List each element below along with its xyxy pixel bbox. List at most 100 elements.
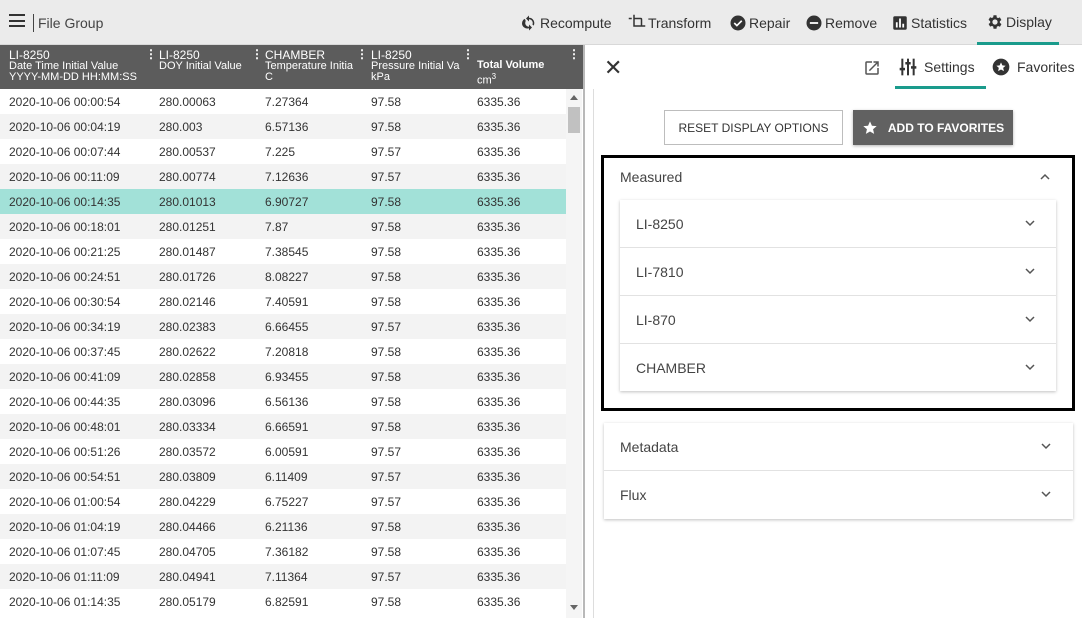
table-row[interactable]: 2020-10-06 01:07:45 280.04705 7.36182 97.58…: [0, 539, 566, 564]
table-cell: 97.58: [371, 95, 402, 109]
column-header-datetime[interactable]: LI-8250 Date Time Initial Value YYYY-MM-…: [9, 49, 144, 89]
table-cell: 6335.36: [477, 420, 521, 434]
reset-display-options-button[interactable]: RESET DISPLAY OPTIONS: [664, 110, 843, 145]
table-cell: 6.21136: [265, 520, 308, 534]
flux-section-header[interactable]: Flux: [604, 471, 1073, 519]
table-cell: 2020-10-06 00:00:54: [9, 95, 121, 109]
measured-section-header[interactable]: Measured: [620, 169, 682, 185]
table-cell: 6.75227: [265, 495, 309, 509]
transform-button[interactable]: Transform: [628, 12, 711, 34]
open-in-new-icon[interactable]: [863, 59, 881, 77]
column-header-doy[interactable]: LI-8250 DOY Initial Value: [159, 49, 251, 89]
tab-settings[interactable]: Settings: [898, 57, 975, 77]
table-row[interactable]: 2020-10-06 00:34:19 280.02383 6.66455 97.57…: [0, 314, 566, 339]
table-cell: 2020-10-06 01:00:54: [9, 495, 121, 509]
column-menu-icon[interactable]: ⋮: [568, 47, 580, 61]
table-row[interactable]: 2020-10-06 00:48:01 280.03334 6.66591 97.58…: [0, 414, 566, 439]
tab-favorites[interactable]: Favorites: [991, 57, 1075, 77]
table-row[interactable]: 2020-10-06 00:07:44 280.00537 7.225 97.57 63…: [0, 139, 566, 164]
display-button[interactable]: Display: [986, 11, 1052, 33]
table-row[interactable]: 2020-10-06 00:11:09 280.00774 7.12636 97.57…: [0, 164, 566, 189]
measured-item-label: LI-8250: [636, 216, 684, 232]
table-row[interactable]: 2020-10-06 00:41:09 280.02858 6.93455 97.58…: [0, 364, 566, 389]
chevron-down-icon: [1025, 364, 1035, 371]
table-row[interactable]: 2020-10-06 00:21:25 280.01487 7.38545 97.58…: [0, 239, 566, 264]
table-cell: 6335.36: [477, 220, 521, 234]
table-cell: 6.11409: [265, 470, 308, 484]
table-row[interactable]: 2020-10-06 01:11:09 280.04941 7.11364 97.57…: [0, 564, 566, 589]
metadata-section-header[interactable]: Metadata: [604, 423, 1073, 471]
unit-text: cm: [477, 74, 492, 87]
column-header-line2: DOY Initial Value: [159, 60, 242, 72]
table-cell: 6.90727: [265, 195, 309, 209]
table-row[interactable]: 2020-10-06 00:24:51 280.01726 8.08227 97.58…: [0, 264, 566, 289]
repair-button[interactable]: Repair: [729, 12, 790, 34]
table-cell: 7.27364: [265, 95, 309, 109]
scroll-down-arrow-icon[interactable]: [570, 605, 578, 610]
table-row[interactable]: 2020-10-06 01:14:35 280.05179 6.82591 97.58…: [0, 589, 566, 614]
unit-superscript: 3: [491, 72, 497, 81]
measured-item-chamber[interactable]: CHAMBER: [620, 344, 1056, 392]
measured-item-li-8250[interactable]: LI-8250: [620, 200, 1056, 248]
column-menu-icon[interactable]: ⋮: [145, 47, 157, 61]
table-cell: 2020-10-06 00:41:09: [9, 370, 121, 384]
table-cell: 280.03572: [159, 445, 216, 459]
table-cell: 97.58: [371, 595, 402, 609]
table-cell: 97.58: [371, 245, 402, 259]
hamburger-menu-icon[interactable]: [9, 14, 25, 27]
column-menu-icon[interactable]: ⋮: [251, 47, 263, 61]
measured-item-li-7810[interactable]: LI-7810: [620, 248, 1056, 296]
table-row[interactable]: 2020-10-06 00:04:19 280.003 6.57136 97.58 63…: [0, 114, 566, 139]
table-cell: 6335.36: [477, 470, 521, 484]
column-header-pressure[interactable]: LI-8250 Pressure Initial Va kPa: [371, 49, 467, 89]
table-row[interactable]: 2020-10-06 00:54:51 280.03809 6.11409 97.57…: [0, 464, 566, 489]
close-icon[interactable]: ✕: [604, 55, 622, 81]
tab-favorites-label: Favorites: [1017, 59, 1075, 75]
table-cell: 2020-10-06 01:11:09: [9, 570, 120, 584]
repair-label: Repair: [749, 15, 791, 31]
vertical-scrollbar[interactable]: [566, 89, 582, 618]
table-row[interactable]: 2020-10-06 00:44:35 280.03096 6.56136 97.58…: [0, 389, 566, 414]
table-row[interactable]: 2020-10-06 00:00:54 280.00063 7.27364 97.58…: [0, 89, 566, 114]
table-cell: 280.00774: [159, 170, 216, 184]
table-row[interactable]: 2020-10-06 01:04:19 280.04466 6.21136 97.58…: [0, 514, 566, 539]
section-label: Flux: [620, 487, 647, 503]
table-cell: 2020-10-06 00:18:01: [9, 220, 121, 234]
table-cell: 97.58: [371, 220, 402, 234]
scroll-up-arrow-icon[interactable]: [570, 95, 578, 100]
column-menu-icon[interactable]: ⋮: [356, 47, 368, 61]
table-cell: 280.01013: [159, 195, 216, 209]
measured-item-li-870[interactable]: LI-870: [620, 296, 1056, 344]
column-menu-icon[interactable]: ⋮: [462, 47, 474, 61]
table-cell: 97.58: [371, 370, 402, 384]
other-sections-card: Metadata Flux: [604, 423, 1073, 519]
table-row[interactable]: 2020-10-06 00:37:45 280.02622 7.20818 97.58…: [0, 339, 566, 364]
file-group-title[interactable]: File Group: [38, 15, 103, 31]
column-header-temperature[interactable]: CHAMBER Temperature Initia C: [265, 49, 361, 89]
table-cell: 2020-10-06 00:11:09: [9, 170, 120, 184]
table-cell: 7.225: [265, 145, 296, 159]
table-row[interactable]: 2020-10-06 00:14:35 280.01013 6.90727 97.58…: [0, 189, 566, 214]
toolbar-divider: [33, 14, 34, 32]
table-cell: 6335.36: [477, 95, 521, 109]
chevron-up-icon[interactable]: [1040, 172, 1050, 182]
chevron-down-icon: [1025, 316, 1035, 323]
transform-label: Transform: [648, 15, 712, 31]
measured-item-label: LI-7810: [636, 264, 684, 280]
table-row[interactable]: 2020-10-06 00:18:01 280.01251 7.87 97.58 633…: [0, 214, 566, 239]
table-row[interactable]: 2020-10-06 00:30:54 280.02146 7.40591 97.58…: [0, 289, 566, 314]
add-to-favorites-button[interactable]: ADD TO FAVORITES: [853, 110, 1013, 145]
minus-circle-icon: [806, 15, 822, 31]
table-cell: 97.57: [371, 445, 402, 459]
table-cell: 280.05179: [159, 595, 216, 609]
table-cell: 6335.36: [477, 195, 521, 209]
remove-button[interactable]: Remove: [805, 12, 877, 34]
table-row[interactable]: 2020-10-06 01:00:54 280.04229 6.75227 97.57…: [0, 489, 566, 514]
panel-divider: [593, 89, 594, 618]
table-cell: 2020-10-06 00:37:45: [9, 345, 121, 359]
table-row[interactable]: 2020-10-06 00:51:26 280.03572 6.00591 97.57…: [0, 439, 566, 464]
statistics-button[interactable]: Statistics: [891, 12, 967, 34]
table-cell: 280.00063: [159, 95, 216, 109]
scrollbar-thumb[interactable]: [568, 107, 580, 133]
recompute-button[interactable]: Recompute: [520, 12, 612, 34]
